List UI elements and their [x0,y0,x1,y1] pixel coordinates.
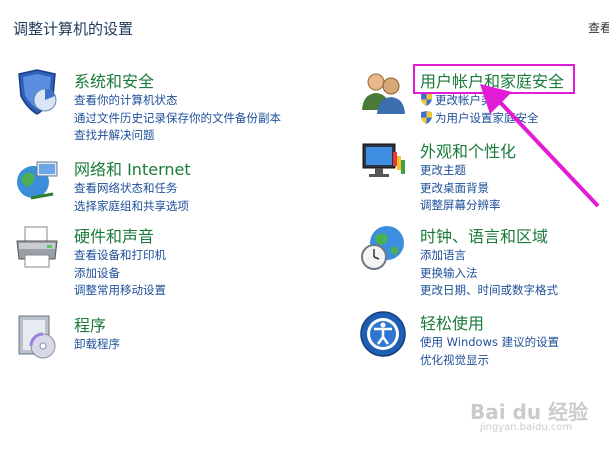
shield-chart-icon[interactable] [13,68,61,116]
watermark-sub: jingyan.baidu.com [480,422,573,433]
category-title[interactable]: 网络和 Internet [74,156,191,180]
link-homegroup-sharing[interactable]: 选择家庭组和共享选项 [74,198,189,216]
link-add-device[interactable]: 添加设备 [74,265,166,283]
category-title[interactable]: 时钟、语言和区域 [420,223,548,247]
programs-icon[interactable] [13,312,61,360]
view-by-label[interactable]: 查看 [588,19,609,36]
category-title[interactable]: 轻松使用 [420,310,484,334]
link-uninstall-program[interactable]: 卸载程序 [74,336,120,354]
ease-of-access-icon[interactable] [359,310,407,358]
monitor-paint-icon[interactable] [359,138,407,186]
category-title[interactable]: 程序 [74,312,106,336]
printer-icon[interactable] [13,223,61,271]
uac-shield-icon [421,110,432,124]
link-change-input-method[interactable]: 更换输入法 [420,265,558,283]
link-change-date-time-format[interactable]: 更改日期、时间或数字格式 [420,282,558,300]
link-windows-suggested-settings[interactable]: 使用 Windows 建议的设置 [420,334,559,352]
clock-globe-icon[interactable] [359,223,407,271]
network-globe-icon[interactable] [13,156,61,204]
link-add-language[interactable]: 添加语言 [420,247,558,265]
annotation-arrow-icon [480,84,600,208]
link-view-computer-status[interactable]: 查看你的计算机状态 [74,92,281,110]
category-title[interactable]: 系统和安全 [74,68,154,92]
link-optimize-visual-display[interactable]: 优化视觉显示 [420,352,559,370]
link-mobility-settings[interactable]: 调整常用移动设置 [74,282,166,300]
link-file-history-backup[interactable]: 通过文件历史记录保存你的文件备份副本 [74,110,281,128]
page-title: 调整计算机的设置 [13,20,134,38]
uac-shield-icon [421,93,432,106]
watermark: Bai du 经验 [470,400,589,424]
users-icon[interactable] [359,68,407,116]
link-network-status[interactable]: 查看网络状态和任务 [74,180,189,198]
link-devices-printers[interactable]: 查看设备和打印机 [74,247,166,265]
link-troubleshoot[interactable]: 查找并解决问题 [74,127,281,145]
category-title[interactable]: 硬件和声音 [74,223,154,247]
